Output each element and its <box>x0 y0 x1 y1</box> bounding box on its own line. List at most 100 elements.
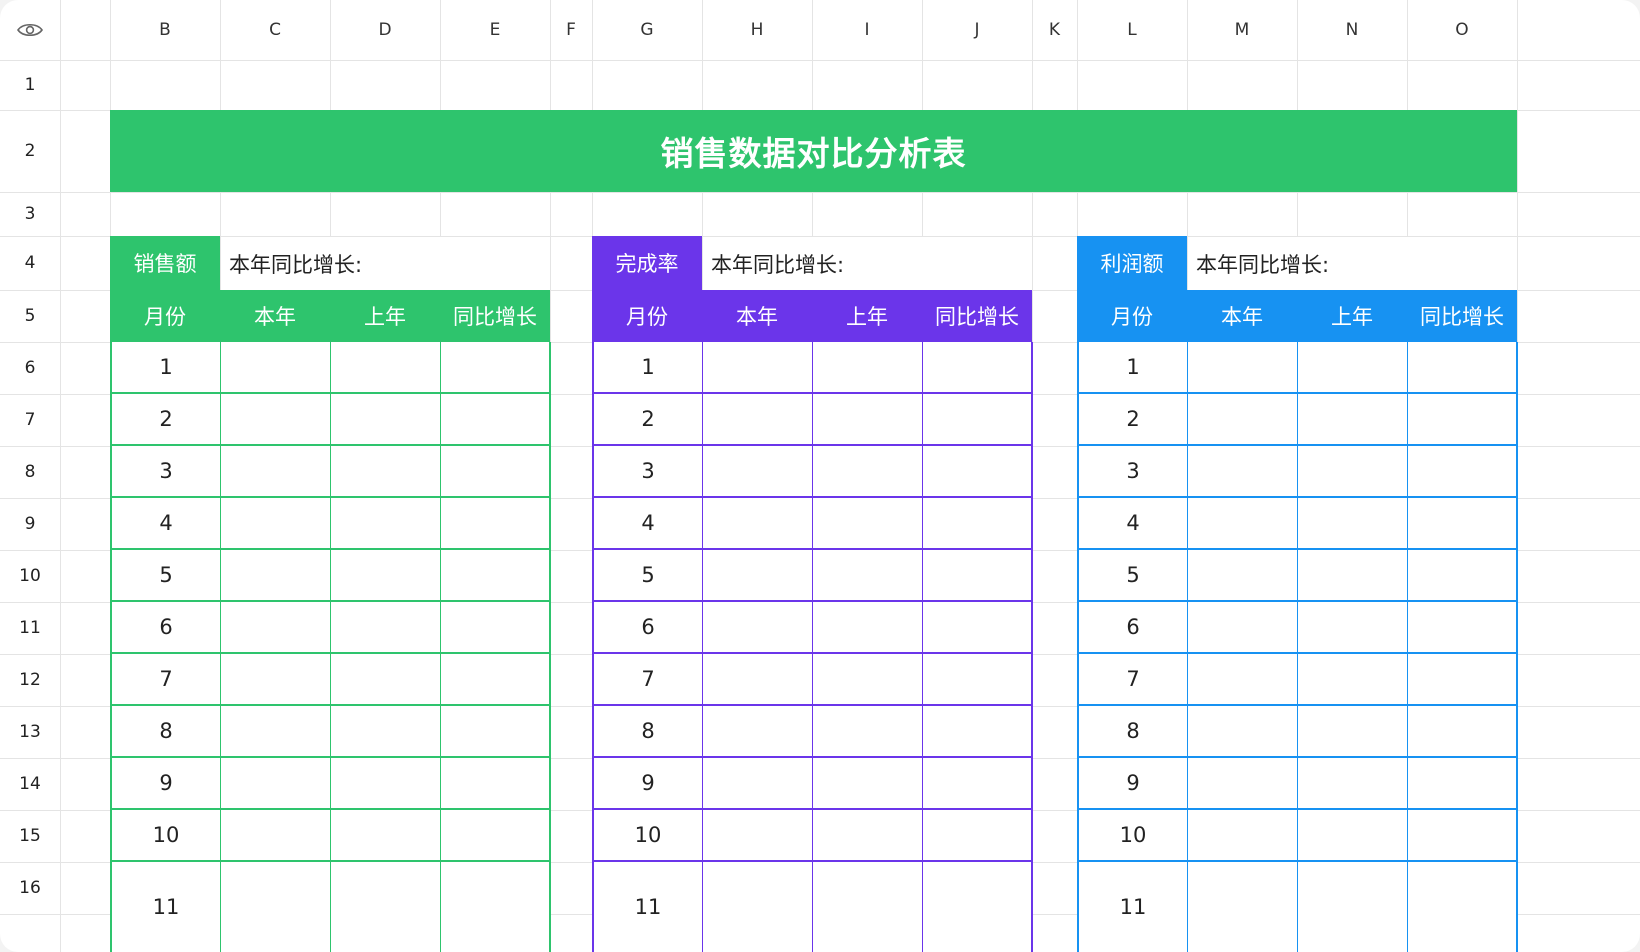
yoy-label-2[interactable]: 本年同比增长: <box>1188 237 1517 290</box>
data-cell[interactable] <box>702 654 812 706</box>
data-cell[interactable] <box>922 654 1033 706</box>
data-cell[interactable] <box>1187 706 1297 758</box>
month-cell[interactable]: 9 <box>1077 758 1187 810</box>
column-header-b[interactable]: B <box>110 0 220 60</box>
data-cell[interactable] <box>1187 654 1297 706</box>
data-cell[interactable] <box>220 550 330 602</box>
data-cell[interactable] <box>922 394 1033 446</box>
column-header-c[interactable]: C <box>220 0 330 60</box>
data-cell[interactable] <box>1407 810 1518 862</box>
data-cell[interactable] <box>1407 446 1518 498</box>
data-cell[interactable] <box>330 342 440 394</box>
data-cell[interactable] <box>220 758 330 810</box>
data-cell[interactable] <box>1407 602 1518 654</box>
data-cell[interactable] <box>220 342 330 394</box>
data-cell[interactable] <box>220 654 330 706</box>
column-header-g[interactable]: G <box>592 0 702 60</box>
data-cell[interactable] <box>440 810 551 862</box>
row-header-9[interactable]: 9 <box>0 498 60 550</box>
data-cell[interactable] <box>1187 810 1297 862</box>
data-cell[interactable] <box>702 550 812 602</box>
data-cell[interactable] <box>812 498 922 550</box>
column-header-d[interactable]: D <box>330 0 440 60</box>
data-cell[interactable] <box>220 446 330 498</box>
data-cell[interactable] <box>330 810 440 862</box>
data-cell[interactable] <box>1407 706 1518 758</box>
data-cell[interactable] <box>702 342 812 394</box>
data-cell[interactable] <box>702 602 812 654</box>
data-cell[interactable] <box>1297 394 1407 446</box>
data-cell[interactable] <box>1407 342 1518 394</box>
data-cell[interactable] <box>702 498 812 550</box>
data-cell[interactable] <box>812 602 922 654</box>
column-header-j[interactable]: J <box>922 0 1032 60</box>
table-header-1-0[interactable]: 月份 <box>592 290 702 342</box>
data-cell[interactable] <box>1297 446 1407 498</box>
data-cell[interactable] <box>1407 654 1518 706</box>
data-cell[interactable] <box>1187 758 1297 810</box>
data-cell[interactable] <box>1297 706 1407 758</box>
table-header-2-2[interactable]: 上年 <box>1297 290 1407 342</box>
data-cell[interactable] <box>1187 862 1297 952</box>
month-cell[interactable]: 8 <box>592 706 702 758</box>
table-header-2-1[interactable]: 本年 <box>1187 290 1297 342</box>
data-cell[interactable] <box>440 550 551 602</box>
data-cell[interactable] <box>1187 342 1297 394</box>
data-cell[interactable] <box>1297 602 1407 654</box>
data-cell[interactable] <box>812 394 922 446</box>
table-header-2-3[interactable]: 同比增长 <box>1407 290 1517 342</box>
section-tag-2[interactable]: 利润额 <box>1077 236 1187 290</box>
month-cell[interactable]: 7 <box>110 654 220 706</box>
row-header-3[interactable]: 3 <box>0 192 60 236</box>
data-cell[interactable] <box>922 602 1033 654</box>
row-header-15[interactable]: 15 <box>0 810 60 862</box>
table-header-0-1[interactable]: 本年 <box>220 290 330 342</box>
table-header-2-0[interactable]: 月份 <box>1077 290 1187 342</box>
column-header-h[interactable]: H <box>702 0 812 60</box>
data-cell[interactable] <box>1407 550 1518 602</box>
data-cell[interactable] <box>922 862 1033 952</box>
data-cell[interactable] <box>330 862 440 952</box>
data-cell[interactable] <box>812 446 922 498</box>
data-cell[interactable] <box>1297 342 1407 394</box>
month-cell[interactable]: 9 <box>592 758 702 810</box>
section-tag-1[interactable]: 完成率 <box>592 236 702 290</box>
sheet-title[interactable]: 销售数据对比分析表 <box>110 110 1517 192</box>
data-cell[interactable] <box>440 758 551 810</box>
month-cell[interactable]: 3 <box>592 446 702 498</box>
data-cell[interactable] <box>220 498 330 550</box>
data-cell[interactable] <box>812 862 922 952</box>
data-cell[interactable] <box>220 602 330 654</box>
column-header-k[interactable]: K <box>1032 0 1077 60</box>
data-cell[interactable] <box>220 394 330 446</box>
data-cell[interactable] <box>1407 758 1518 810</box>
column-header-m[interactable]: M <box>1187 0 1297 60</box>
data-cell[interactable] <box>922 498 1033 550</box>
data-cell[interactable] <box>330 446 440 498</box>
month-cell[interactable]: 1 <box>592 342 702 394</box>
data-cell[interactable] <box>1187 394 1297 446</box>
data-cell[interactable] <box>330 550 440 602</box>
data-cell[interactable] <box>440 862 551 952</box>
data-cell[interactable] <box>1187 602 1297 654</box>
month-cell[interactable]: 11 <box>110 862 220 952</box>
data-cell[interactable] <box>1407 862 1518 952</box>
month-cell[interactable]: 6 <box>1077 602 1187 654</box>
month-cell[interactable]: 2 <box>592 394 702 446</box>
month-cell[interactable]: 8 <box>1077 706 1187 758</box>
data-cell[interactable] <box>702 706 812 758</box>
row-header-11[interactable]: 11 <box>0 602 60 654</box>
data-cell[interactable] <box>1407 394 1518 446</box>
data-cell[interactable] <box>812 758 922 810</box>
column-header-n[interactable]: N <box>1297 0 1407 60</box>
table-header-1-2[interactable]: 上年 <box>812 290 922 342</box>
row-header-16[interactable]: 16 <box>0 862 60 914</box>
row-header-2[interactable]: 2 <box>0 110 60 192</box>
month-cell[interactable]: 9 <box>110 758 220 810</box>
month-cell[interactable]: 3 <box>110 446 220 498</box>
month-cell[interactable]: 4 <box>1077 498 1187 550</box>
row-header-12[interactable]: 12 <box>0 654 60 706</box>
data-cell[interactable] <box>1297 550 1407 602</box>
view-toggle[interactable] <box>0 0 60 60</box>
month-cell[interactable]: 3 <box>1077 446 1187 498</box>
